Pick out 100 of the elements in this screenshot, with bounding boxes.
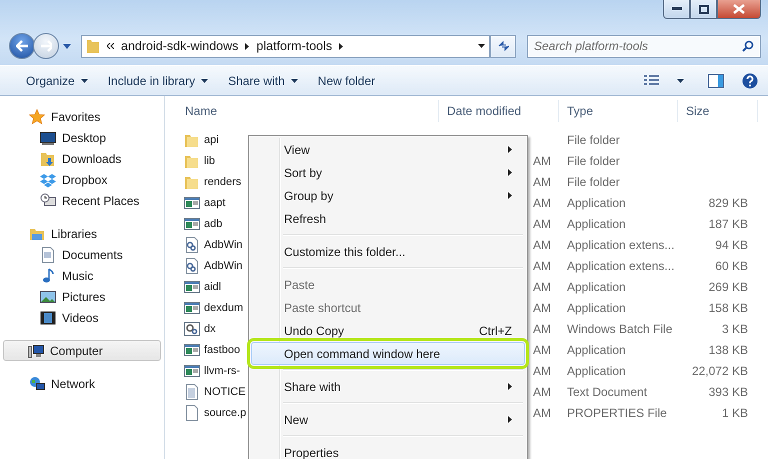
size-cell: 829 KB [708,196,748,210]
file-name[interactable]: api [204,134,219,146]
type-cell: Application extens... [567,238,674,252]
list-view-icon[interactable] [644,74,659,86]
size-cell: 60 KB [715,258,748,272]
film-icon [40,310,56,326]
left-arrow-icon [16,40,28,52]
size-cell: 138 KB [708,342,748,356]
search-input[interactable]: Search platform-tools [534,39,742,53]
type-cell: Application [567,364,626,378]
date-cell: AM [533,174,551,188]
chevron-icon[interactable] [245,42,250,50]
date-cell: AM [533,196,551,210]
date-cell: AM [533,406,551,420]
monitor-icon [40,130,56,146]
file-name[interactable]: llvm-rs- [204,364,240,376]
menu-item[interactable]: New [251,408,525,431]
back-button[interactable] [9,33,35,59]
maximize-button[interactable] [690,0,717,19]
computer-icon [28,342,44,358]
preview-pane-icon[interactable] [708,74,724,88]
search-field[interactable]: Search platform-tools [527,34,761,58]
close-button[interactable] [717,0,761,19]
size-cell: 22,072 KB [692,364,748,378]
column-header[interactable]: Type [567,104,594,118]
sidebar-item[interactable]: Downloads [3,148,161,169]
file-name[interactable]: fastboo [204,344,240,356]
sidebar-item[interactable]: Pictures [3,286,161,307]
forward-button[interactable] [33,33,59,59]
size-cell: 269 KB [708,280,748,294]
menu-item[interactable]: Properties [251,441,525,459]
menu-button[interactable]: Include in library [98,70,218,92]
type-cell: Application [567,300,626,314]
address-bar[interactable]: android-sdk-windows platform-tools [81,34,490,58]
sidebar-item[interactable]: Favorites [3,106,161,127]
type-cell: Application [567,280,626,294]
date-cell: AM [533,342,551,356]
sidebar-item[interactable]: Dropbox [3,169,161,190]
globe-monitor-icon [29,376,45,392]
menu-item[interactable]: Refresh [251,207,525,230]
column-header[interactable]: Size [686,104,710,118]
file-name[interactable]: adb [204,218,222,230]
close-icon [733,4,745,14]
sidebar-item[interactable]: Computer [3,340,161,361]
size-cell: 393 KB [708,384,748,398]
file-name[interactable]: lib [204,154,216,166]
type-cell: PROPERTIES File [567,406,667,420]
type-cell: Application [567,216,626,230]
menu-item[interactable]: Group by [251,184,525,207]
sidebar-item[interactable]: Documents [3,244,161,265]
date-cell: AM [533,300,551,314]
chevron-icon[interactable] [339,42,344,50]
search-icon [742,40,754,52]
file-name[interactable]: renders [204,176,242,188]
file-name[interactable]: aapt [204,196,226,208]
gear-file-icon [184,236,200,252]
caret-icon [80,78,88,82]
menu-item[interactable]: Customize this folder... [251,240,525,263]
menu-item[interactable]: Undo Copy Ctrl+Z [251,319,525,342]
folder-icon [86,38,100,54]
menu-button[interactable]: Organize [16,70,98,92]
size-cell: 94 KB [715,238,748,252]
sidebar-item[interactable]: Libraries [3,223,161,244]
type-cell: File folder [567,174,620,188]
menu-item[interactable]: View [251,138,525,161]
date-cell: AM [533,154,551,168]
sidebar-item[interactable]: Videos [3,307,161,328]
breadcrumb[interactable]: platform-tools [256,39,332,53]
sidebar-item[interactable]: Desktop [3,127,161,148]
file-name[interactable]: dx [204,322,216,334]
maximize-icon [698,4,708,14]
minimize-button[interactable] [663,0,690,19]
help-icon[interactable] [742,72,758,88]
caret-icon [677,78,684,82]
column-header[interactable]: Name [185,104,218,118]
file-name[interactable]: aidl [204,280,222,292]
file-name[interactable]: AdbWin [204,260,243,272]
gear-file-icon [184,320,200,336]
breadcrumb[interactable]: android-sdk-windows [121,39,238,53]
sidebar-item[interactable]: Music [3,265,161,286]
clock-screen-icon [40,192,56,208]
gear-file-icon [184,258,200,274]
column-header[interactable]: Date modified [447,104,522,118]
dropdown-icon[interactable] [478,44,485,48]
file-name[interactable]: AdbWin [204,238,243,250]
menu-item[interactable]: Sort by [251,161,525,184]
type-cell: Text Document [567,384,648,398]
file-name[interactable]: dexdum [204,302,244,314]
sidebar-item[interactable]: Recent Places [3,190,161,211]
application-icon [184,216,200,232]
refresh-button[interactable] [490,34,516,58]
text-file-icon [184,384,200,400]
file-name[interactable]: source.p [204,406,246,418]
blank-file-icon [184,404,200,420]
menu-button[interactable]: Share with [218,70,308,92]
box-icon [40,172,56,188]
file-name[interactable]: NOTICE [204,386,246,398]
sidebar-item[interactable]: Network [3,373,161,394]
menu-item[interactable]: Share with [251,375,525,398]
new-folder-button[interactable]: New folder [308,70,386,92]
